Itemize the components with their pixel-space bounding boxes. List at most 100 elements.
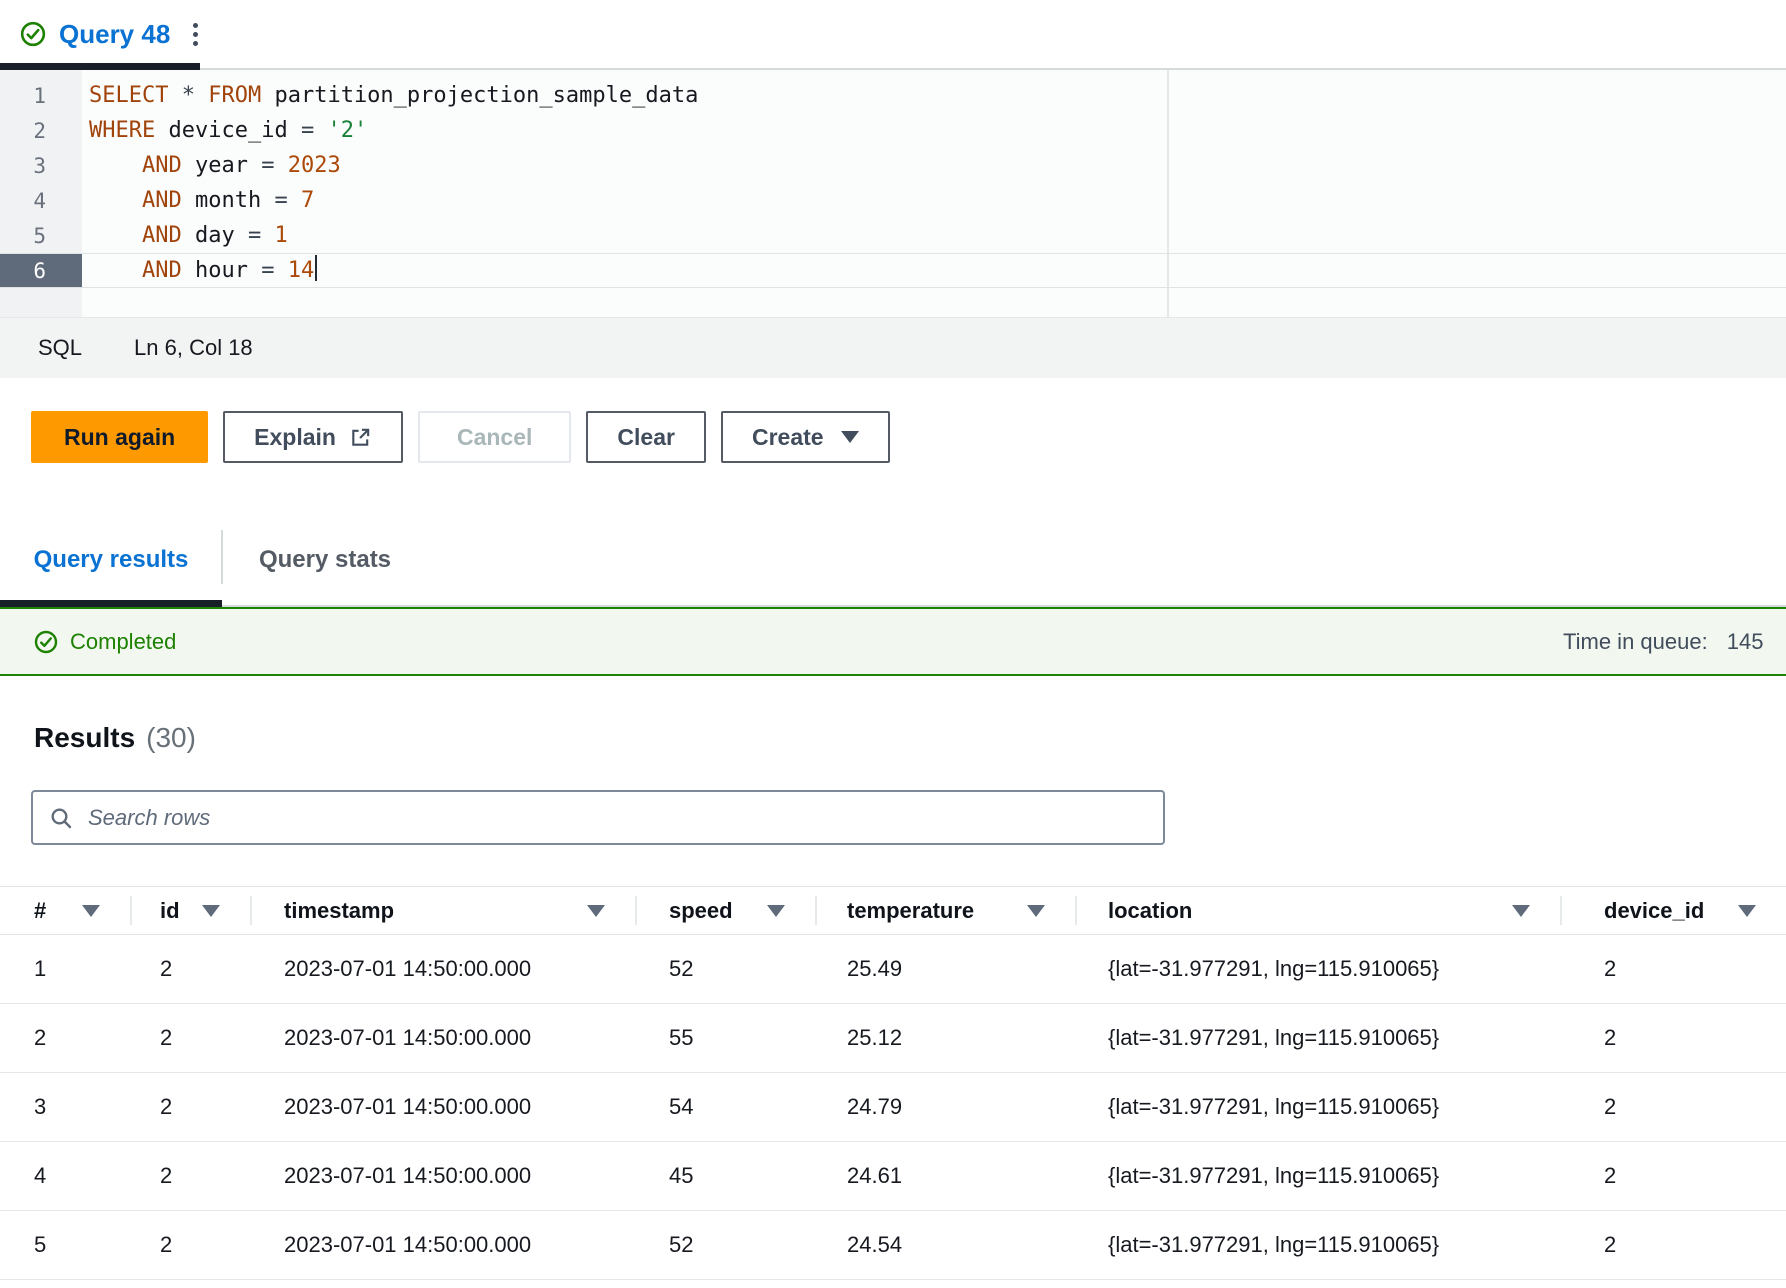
results-table: # idtimestamp speed temperature location devi…: [0, 886, 1786, 1280]
search-rows-input[interactable]: [86, 794, 1147, 842]
cell-temperature: 25.49: [815, 956, 1075, 982]
code-token: =: [261, 258, 274, 283]
column-label: location: [1108, 898, 1192, 924]
tab-query-stats[interactable]: Query stats: [222, 520, 428, 600]
tab-query-results-label: Query results: [34, 546, 189, 574]
code-token: [182, 223, 195, 248]
filter-icon[interactable]: [767, 905, 785, 917]
filter-icon[interactable]: [1738, 905, 1756, 917]
code-line-2[interactable]: 2WHERE device_id = '2': [0, 113, 1786, 148]
code-token: 14: [288, 258, 315, 283]
code-token: AND: [142, 188, 182, 213]
code-token: [195, 83, 208, 108]
code-token: [89, 153, 142, 178]
create-label: Create: [752, 424, 824, 451]
code-text: AND year = 2023: [82, 148, 341, 183]
code-text: AND month = 7: [82, 183, 314, 218]
filter-icon[interactable]: [202, 905, 220, 917]
run-again-label: Run again: [64, 424, 175, 451]
external-link-icon: [349, 426, 372, 449]
cell-device_id: 2: [1560, 1094, 1786, 1120]
code-token: [274, 153, 287, 178]
search-rows-box[interactable]: [31, 790, 1165, 845]
cell-id: 2: [130, 1025, 250, 1051]
cell-temperature: 24.54: [815, 1232, 1075, 1258]
filter-icon[interactable]: [587, 905, 605, 917]
column-header-num[interactable]: #: [0, 887, 130, 934]
code-text: SELECT * FROM partition_projection_sampl…: [82, 78, 698, 113]
code-token: [248, 153, 261, 178]
column-label: #: [34, 898, 46, 924]
code-token: SELECT: [89, 83, 168, 108]
results-title: Results: [34, 722, 135, 754]
code-line-6[interactable]: 6 AND hour = 14: [0, 253, 1786, 288]
search-icon: [49, 806, 73, 830]
cell-location: {lat=-31.977291, lng=115.910065}: [1075, 1163, 1560, 1189]
filter-icon[interactable]: [1512, 905, 1530, 917]
cell-timestamp: 2023-07-01 14:50:00.000: [250, 1163, 635, 1189]
code-token: AND: [142, 153, 182, 178]
explain-button[interactable]: Explain: [223, 411, 403, 463]
explain-label: Explain: [254, 424, 336, 451]
clear-button[interactable]: Clear: [586, 411, 706, 463]
code-line-5[interactable]: 5 AND day = 1: [0, 218, 1786, 253]
column-header-device_id[interactable]: device_id: [1560, 887, 1786, 934]
cell-device_id: 2: [1560, 956, 1786, 982]
cell-timestamp: 2023-07-01 14:50:00.000: [250, 956, 635, 982]
query-tab[interactable]: Query 48: [0, 0, 218, 68]
tab-query-results[interactable]: Query results: [0, 520, 222, 600]
code-line-4[interactable]: 4 AND month = 7: [0, 183, 1786, 218]
code-token: month: [195, 188, 261, 213]
code-token: AND: [142, 223, 182, 248]
cell-num: 4: [0, 1163, 130, 1189]
cell-timestamp: 2023-07-01 14:50:00.000: [250, 1025, 635, 1051]
code-token: FROM: [208, 83, 261, 108]
cell-device_id: 2: [1560, 1025, 1786, 1051]
cell-id: 2: [130, 1094, 250, 1120]
create-button[interactable]: Create: [721, 411, 890, 463]
code-token: [274, 258, 287, 283]
sql-editor[interactable]: 1SELECT * FROM partition_projection_samp…: [0, 70, 1786, 317]
code-token: WHERE: [89, 118, 155, 143]
cell-timestamp: 2023-07-01 14:50:00.000: [250, 1094, 635, 1120]
code-line-1[interactable]: 1SELECT * FROM partition_projection_samp…: [0, 78, 1786, 113]
cell-num: 1: [0, 956, 130, 982]
code-token: [168, 83, 181, 108]
code-line-3[interactable]: 3 AND year = 2023: [0, 148, 1786, 183]
code-token: '2': [327, 118, 367, 143]
filter-icon[interactable]: [1027, 905, 1045, 917]
line-number: 1: [0, 78, 82, 113]
column-header-temperature[interactable]: temperature: [815, 887, 1075, 934]
cell-device_id: 2: [1560, 1163, 1786, 1189]
cell-num: 2: [0, 1025, 130, 1051]
filter-icon[interactable]: [82, 905, 100, 917]
code-text: AND day = 1: [82, 218, 288, 253]
query-tab-bar: Query 48: [0, 0, 1786, 70]
caret-down-icon: [841, 431, 859, 443]
column-header-id[interactable]: id: [130, 887, 250, 934]
code-token: [182, 153, 195, 178]
column-header-timestamp[interactable]: timestamp: [250, 887, 635, 934]
kebab-menu-icon[interactable]: [189, 19, 202, 50]
active-tab-indicator: [0, 600, 222, 607]
cell-timestamp: 2023-07-01 14:50:00.000: [250, 1232, 635, 1258]
editor-language-label: SQL: [38, 335, 82, 361]
column-header-speed[interactable]: speed: [635, 887, 815, 934]
cursor-position-label: Ln 6, Col 18: [134, 335, 253, 361]
cancel-label: Cancel: [457, 424, 532, 451]
code-token: [261, 188, 274, 213]
time-in-queue: Time in queue: 145: [1563, 609, 1763, 674]
code-token: [248, 258, 261, 283]
time-in-queue-value: 145: [1727, 629, 1764, 655]
query-status-banner: Completed Time in queue: 145: [0, 607, 1786, 676]
column-label: speed: [669, 898, 733, 924]
code-token: [182, 188, 195, 213]
cancel-button[interactable]: Cancel: [418, 411, 571, 463]
cell-speed: 55: [635, 1025, 815, 1051]
code-token: year: [195, 153, 248, 178]
query-tab-label: Query 48: [59, 19, 170, 50]
run-again-button[interactable]: Run again: [31, 411, 208, 463]
column-header-location[interactable]: location: [1075, 887, 1560, 934]
status-label: Completed: [70, 629, 176, 655]
line-number: 6: [0, 254, 82, 287]
